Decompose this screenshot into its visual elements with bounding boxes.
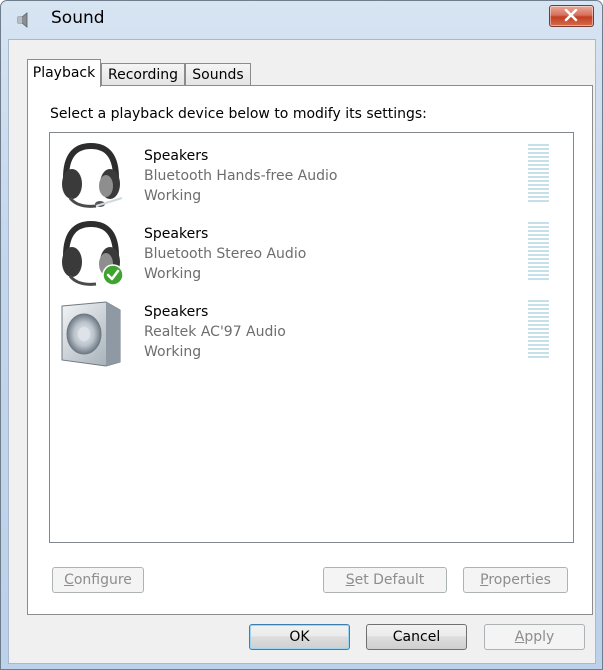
sound-dialog: Sound Playback Recording Sounds Select a… — [0, 0, 603, 670]
tab-label: Playback — [32, 65, 96, 81]
device-status: Working — [144, 266, 202, 282]
apply-button[interactable]: Apply — [484, 624, 585, 650]
title-bar[interactable]: Sound — [1, 1, 602, 37]
ok-button[interactable]: OK — [249, 624, 350, 650]
speaker-icon — [17, 12, 28, 28]
list-item-device[interactable]: Speakers Realtek AC'97 Audio Working — [50, 290, 571, 368]
device-status: Working — [144, 344, 202, 360]
default-check-icon — [102, 264, 124, 286]
tab-playback[interactable]: Playback — [27, 59, 101, 87]
cancel-button[interactable]: Cancel — [366, 624, 467, 650]
properties-label: roperties — [488, 572, 551, 588]
configure-button[interactable]: Configure — [52, 567, 144, 593]
device-name: Speakers — [144, 226, 209, 242]
volume-meter — [528, 222, 549, 282]
tab-sounds[interactable]: Sounds — [185, 63, 251, 85]
set-default-button[interactable]: Set Default — [323, 567, 447, 593]
close-icon — [564, 9, 578, 22]
tab-recording[interactable]: Recording — [101, 63, 185, 85]
device-description: Bluetooth Hands-free Audio — [144, 168, 338, 184]
client-area: Playback Recording Sounds Select a playb… — [8, 39, 596, 664]
device-name: Speakers — [144, 148, 209, 164]
speaker-box-icon — [61, 301, 121, 367]
window-title: Sound — [51, 8, 105, 28]
headset-icon — [62, 142, 123, 208]
configure-label: onfigure — [73, 572, 132, 588]
instruction-text: Select a playback device below to modify… — [50, 106, 427, 122]
set-default-label: et Default — [354, 572, 425, 588]
device-name: Speakers — [144, 304, 209, 320]
set-default-mnemonic: S — [345, 572, 355, 588]
properties-button[interactable]: Properties — [463, 567, 568, 593]
apply-label: pply — [524, 629, 555, 645]
playback-panel: Select a playback device below to modify… — [27, 85, 593, 615]
device-list[interactable]: Speakers Bluetooth Hands-free Audio Work… — [49, 132, 574, 543]
device-status: Working — [144, 188, 202, 204]
close-button[interactable] — [549, 5, 594, 27]
tab-label: Sounds — [192, 67, 244, 83]
list-item-device[interactable]: Speakers Bluetooth Hands-free Audio Work… — [50, 134, 571, 212]
configure-mnemonic: C — [64, 572, 74, 588]
device-description: Realtek AC'97 Audio — [144, 324, 286, 340]
apply-mnemonic: A — [514, 629, 525, 645]
tab-label: Recording — [107, 67, 179, 83]
volume-meter — [528, 300, 549, 360]
device-description: Bluetooth Stereo Audio — [144, 246, 307, 262]
list-item-device[interactable]: Speakers Bluetooth Stereo Audio Working — [50, 212, 571, 290]
volume-meter — [528, 144, 549, 204]
